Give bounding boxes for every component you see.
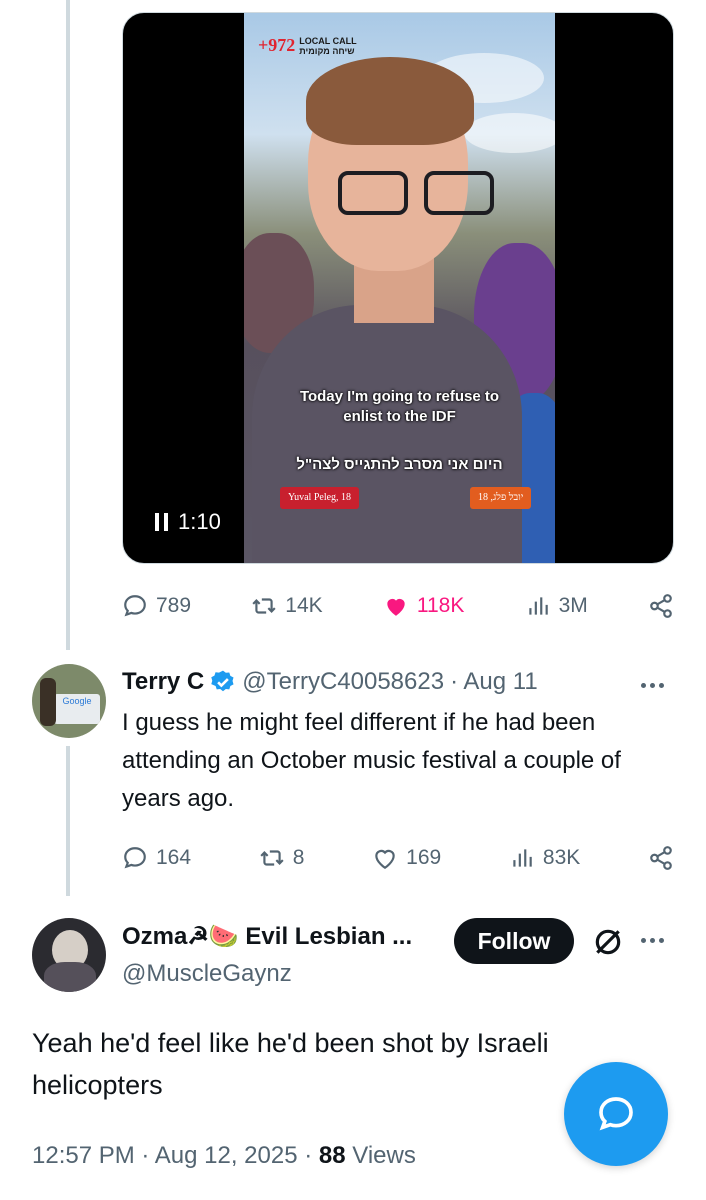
reply-tweet-text: I guess he might feel different if he ha… bbox=[122, 709, 621, 812]
glasses bbox=[338, 171, 408, 215]
thread-line-middle bbox=[66, 746, 70, 896]
playback-control[interactable]: 1:10 bbox=[155, 509, 221, 535]
reply-bubble-icon bbox=[599, 1097, 633, 1131]
more-options-icon[interactable] bbox=[641, 683, 664, 688]
share-icon bbox=[650, 594, 672, 618]
tweet-date[interactable]: Aug 12, 2025 bbox=[155, 1142, 298, 1169]
views-icon bbox=[528, 597, 548, 615]
video-time: 1:10 bbox=[178, 509, 221, 534]
tweet-time[interactable]: 12:57 PM bbox=[32, 1142, 135, 1169]
share-icon bbox=[650, 846, 672, 870]
repost-icon bbox=[252, 598, 276, 614]
tweet-date[interactable]: · Aug 11 bbox=[450, 668, 538, 696]
terry-avatar[interactable]: Google bbox=[32, 664, 106, 738]
heart-icon bbox=[375, 849, 395, 870]
reply-icon bbox=[124, 595, 146, 617]
reply-tweet-actions: 164 8 169 83K bbox=[122, 838, 674, 878]
pause-icon[interactable] bbox=[155, 513, 168, 531]
focus-tweet-text: Yeah he'd feel like he'd been shot by Is… bbox=[32, 1028, 549, 1100]
avatar-sign: Google bbox=[54, 694, 100, 724]
views-button[interactable]: 3M bbox=[525, 593, 588, 619]
main-tweet-actions: 789 14K 118K 3M bbox=[122, 586, 674, 626]
focus-tweet-header: Ozma☭🍉 Evil Lesbian ... bbox=[122, 922, 412, 951]
person-shirt bbox=[252, 305, 522, 563]
thread-line-top bbox=[66, 0, 70, 650]
author-handle[interactable]: @TerryC40058623 bbox=[242, 668, 444, 696]
caption-english: Today I'm going to refuse to enlist to t… bbox=[299, 388, 500, 425]
grok-icon[interactable] bbox=[592, 926, 624, 958]
reply-tweet-header: Terry C @TerryC40058623 · Aug 11 bbox=[122, 668, 538, 696]
reply-button[interactable]: 164 bbox=[122, 845, 191, 871]
person-hair bbox=[306, 57, 474, 145]
caption-hebrew: היום אני מסרב להתגייס לצה"ל bbox=[296, 456, 503, 473]
ozma-avatar[interactable] bbox=[32, 918, 106, 992]
views-count: 88 bbox=[318, 1142, 346, 1169]
views-label: Views bbox=[352, 1142, 416, 1169]
compose-reply-button[interactable] bbox=[564, 1062, 668, 1166]
reply-icon bbox=[124, 847, 146, 869]
share-button[interactable] bbox=[648, 593, 674, 619]
author-name[interactable]: Ozma☭🍉 Evil Lesbian ... bbox=[122, 922, 412, 951]
more-options-icon[interactable] bbox=[641, 938, 664, 943]
tweet-metadata: 12:57 PM · Aug 12, 2025 · 88 Views bbox=[32, 1142, 416, 1169]
video-player[interactable]: +972 LOCAL CALL שיחה מקומית Today I'm go… bbox=[122, 12, 674, 564]
share-button[interactable] bbox=[648, 845, 674, 871]
repost-button[interactable]: 8 bbox=[259, 845, 304, 871]
video-frame: +972 LOCAL CALL שיחה מקומית Today I'm go… bbox=[244, 13, 555, 563]
verified-badge-icon bbox=[211, 670, 234, 692]
views-button[interactable]: 83K bbox=[509, 845, 580, 871]
heart-filled-icon bbox=[387, 598, 405, 616]
author-handle[interactable]: @MuscleGaynz bbox=[122, 960, 292, 988]
author-name[interactable]: Terry C bbox=[122, 668, 204, 696]
name-tag-english: Yuval Peleg, 18 bbox=[280, 487, 360, 509]
name-tag-hebrew: יובל פלג, 18 bbox=[470, 487, 532, 509]
reply-button[interactable]: 789 bbox=[122, 593, 191, 619]
magazine-logo: +972 LOCAL CALL שיחה מקומית bbox=[258, 35, 357, 56]
views-icon bbox=[513, 849, 532, 867]
repost-button[interactable]: 14K bbox=[251, 593, 323, 619]
like-button[interactable]: 169 bbox=[372, 845, 441, 871]
follow-button[interactable]: Follow bbox=[454, 918, 574, 964]
repost-icon bbox=[260, 850, 284, 866]
like-button[interactable]: 118K bbox=[383, 593, 464, 619]
